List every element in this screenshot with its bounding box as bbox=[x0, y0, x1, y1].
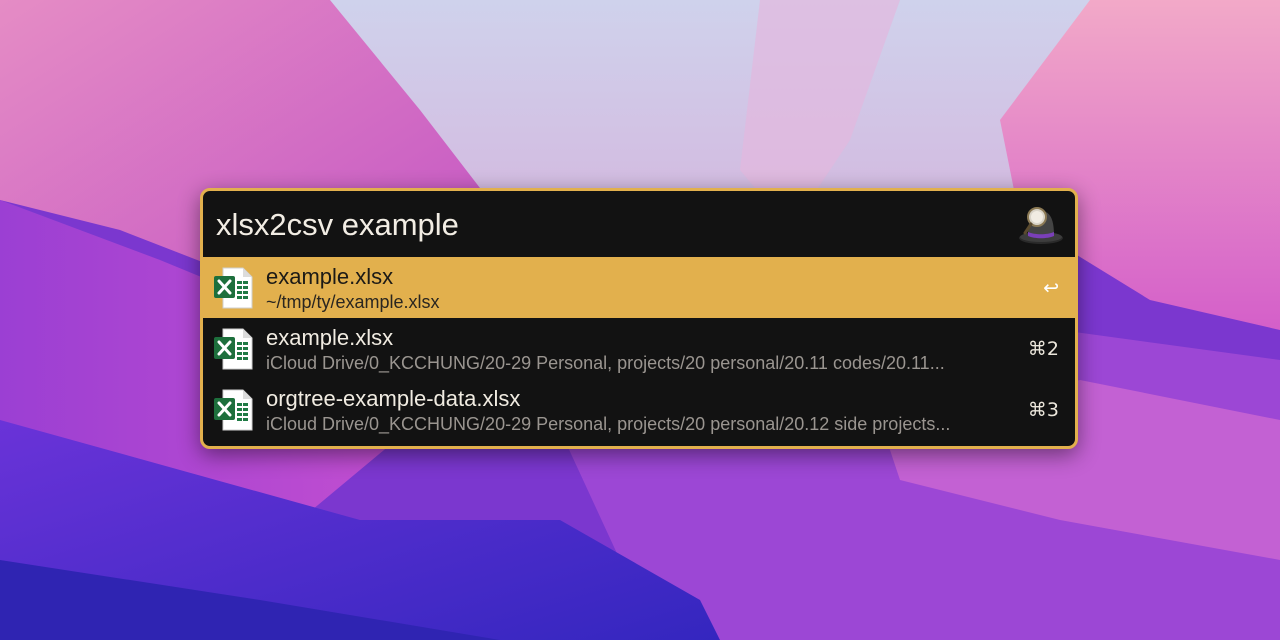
alfred-hat-icon[interactable] bbox=[1017, 203, 1065, 247]
excel-file-icon bbox=[213, 267, 253, 309]
shortcut-label: ⌘2 bbox=[1027, 338, 1059, 360]
result-item[interactable]: orgtree-example-data.xlsx iCloud Drive/0… bbox=[203, 379, 1075, 440]
excel-file-icon bbox=[213, 389, 253, 431]
result-item[interactable]: example.xlsx iCloud Drive/0_KCCHUNG/20-2… bbox=[203, 318, 1075, 379]
result-subtitle: ~/tmp/ty/example.xlsx bbox=[266, 292, 440, 312]
results-list: example.xlsx ~/tmp/ty/example.xlsx ↩ exa… bbox=[203, 257, 1075, 440]
result-title: example.xlsx bbox=[266, 325, 394, 350]
result-subtitle: iCloud Drive/0_KCCHUNG/20-29 Personal, p… bbox=[266, 414, 951, 434]
return-key-icon: ↩ bbox=[1043, 277, 1059, 299]
result-title: example.xlsx bbox=[266, 264, 394, 289]
result-subtitle: iCloud Drive/0_KCCHUNG/20-29 Personal, p… bbox=[266, 353, 945, 373]
result-item[interactable]: example.xlsx ~/tmp/ty/example.xlsx ↩ bbox=[203, 257, 1075, 318]
query-bar bbox=[203, 191, 1075, 257]
result-title: orgtree-example-data.xlsx bbox=[266, 386, 521, 411]
search-input[interactable] bbox=[216, 205, 996, 245]
excel-file-icon bbox=[213, 328, 253, 370]
shortcut-label: ⌘3 bbox=[1027, 399, 1059, 421]
launcher-window: example.xlsx ~/tmp/ty/example.xlsx ↩ bbox=[200, 188, 1078, 449]
